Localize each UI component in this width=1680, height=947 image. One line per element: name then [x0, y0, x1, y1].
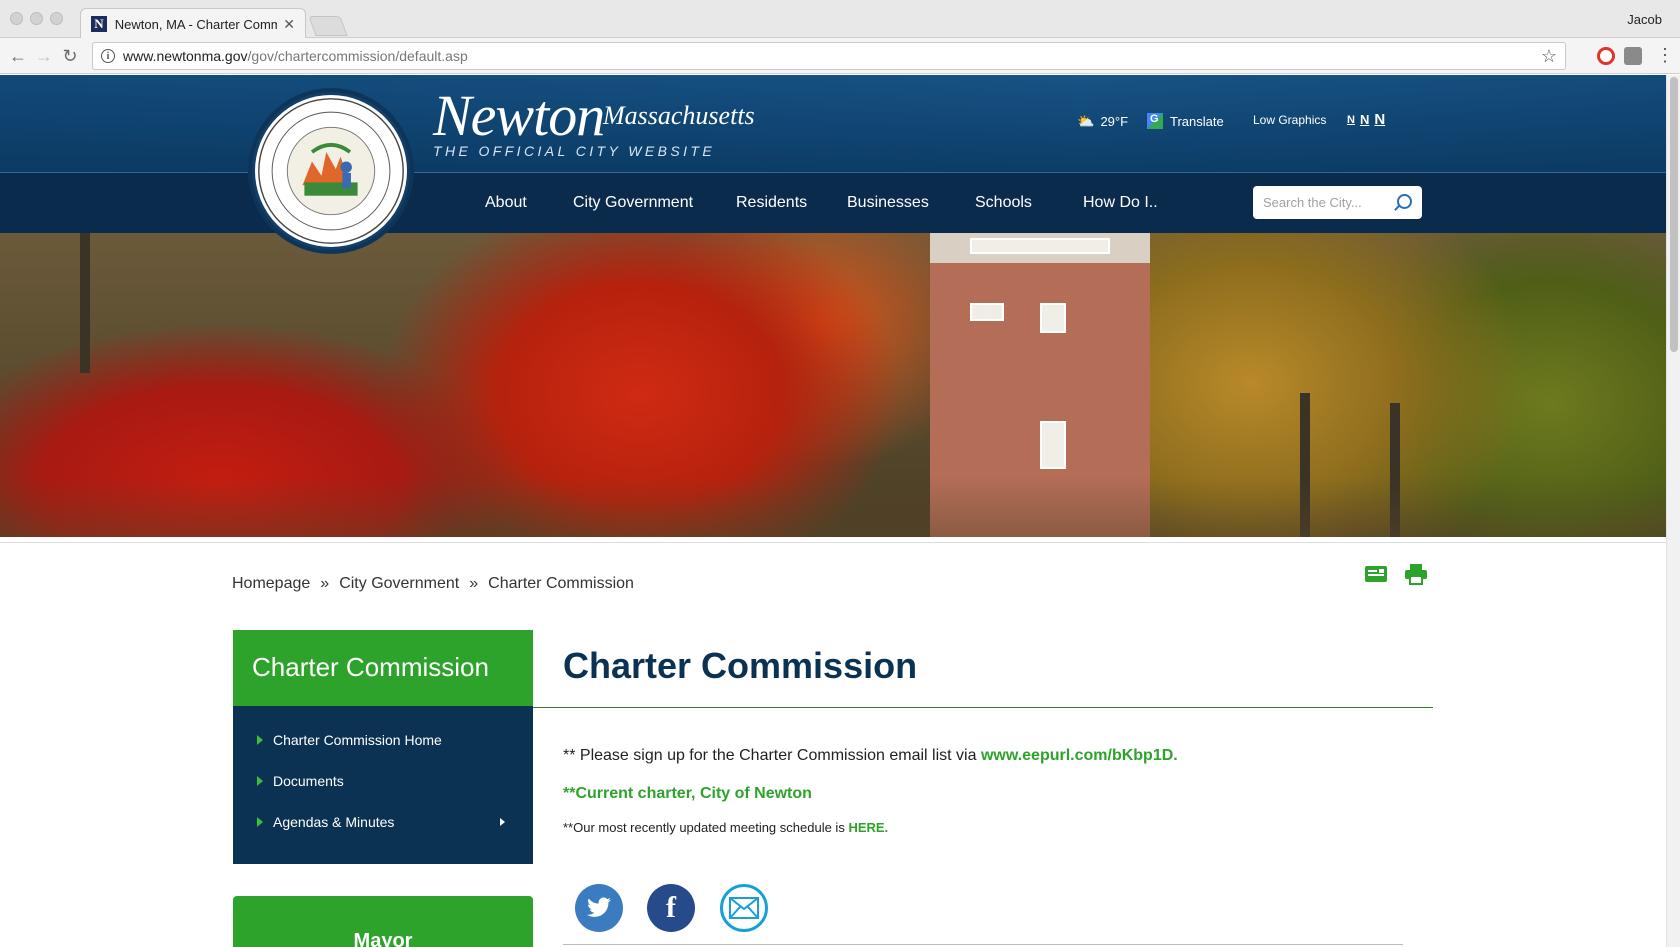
print-icon[interactable] [1404, 563, 1428, 585]
hero-window [970, 238, 1110, 254]
header-top [0, 75, 1666, 173]
window-minimize-button[interactable] [30, 12, 43, 25]
main-nav: About City Government Residents Business… [0, 188, 1680, 218]
text-size-controls[interactable]: N N N [1347, 111, 1390, 128]
email-page-icon[interactable] [1364, 563, 1388, 585]
weather-icon: ⛅ [1077, 113, 1095, 129]
breadcrumb: Homepage » City Government » Charter Com… [232, 575, 634, 593]
title-divider [533, 707, 1433, 708]
new-tab-button[interactable] [308, 16, 348, 36]
nav-city-government[interactable]: City Government [573, 194, 693, 212]
arrow-right-icon [257, 817, 263, 827]
arrow-right-icon [257, 735, 263, 745]
sidebar-item-documents[interactable]: Documents [233, 773, 533, 814]
expand-arrow-icon[interactable] [500, 818, 505, 826]
breadcrumb-separator: » [320, 575, 330, 592]
sidebar-item-home[interactable]: Charter Commission Home [233, 732, 533, 773]
site-logo-state[interactable]: Massachusetts [603, 101, 755, 131]
content-divider [563, 944, 1403, 945]
text-size-small[interactable]: N [1347, 114, 1355, 126]
email-icon[interactable] [720, 884, 768, 932]
translate-icon [1147, 113, 1163, 129]
nav-businesses[interactable]: Businesses [847, 194, 929, 212]
sidebar-item-label: Documents [273, 773, 344, 789]
opera-extension-icon[interactable] [1597, 47, 1615, 65]
nav-residents[interactable]: Residents [736, 194, 807, 212]
text-size-medium[interactable]: N [1360, 112, 1369, 127]
weather-widget[interactable]: ⛅ 29°F [1077, 113, 1128, 130]
schedule-text: **Our most recently updated meeting sche… [563, 820, 849, 835]
hero-window [970, 303, 1004, 321]
facebook-icon[interactable]: f [647, 884, 695, 932]
city-seal-logo[interactable] [252, 92, 410, 250]
page-title: Charter Commission [563, 645, 918, 686]
menu-dots-icon[interactable]: ⋮ [1656, 44, 1674, 66]
translate-link[interactable]: Translate [1147, 113, 1224, 129]
address-bar[interactable]: i www.newtonma.gov/gov/chartercommission… [92, 42, 1566, 70]
browser-tab[interactable]: N Newton, MA - Charter Commis ✕ [80, 8, 306, 39]
nav-about[interactable]: About [485, 194, 527, 212]
forward-arrow-icon[interactable]: → [34, 46, 54, 66]
nav-schools[interactable]: Schools [975, 194, 1032, 212]
charter-paragraph: **Current charter, City of Newton [563, 785, 812, 803]
text-size-large[interactable]: N [1374, 111, 1385, 128]
info-icon[interactable]: i [101, 49, 115, 63]
breadcrumb-home[interactable]: Homepage [232, 575, 310, 593]
search-input[interactable] [1263, 195, 1391, 210]
window-close-button[interactable] [10, 12, 23, 25]
back-arrow-icon[interactable]: ← [8, 46, 28, 66]
signup-text: ** Please sign up for the Charter Commis… [563, 747, 981, 764]
arrow-right-icon [257, 776, 263, 786]
browser-toolbar: ← → ↻ i www.newtonma.gov/gov/chartercomm… [0, 38, 1680, 74]
breadcrumb-city-government[interactable]: City Government [339, 575, 459, 593]
signup-paragraph: ** Please sign up for the Charter Commis… [563, 747, 1178, 765]
window-zoom-button[interactable] [50, 12, 63, 25]
hero-ground [0, 477, 1666, 537]
scrollbar[interactable] [1666, 75, 1680, 947]
reload-icon[interactable]: ↻ [60, 46, 80, 66]
url-host: www.newtonma.gov [123, 48, 248, 64]
translate-label: Translate [1170, 113, 1224, 129]
breadcrumb-current: Charter Commission [488, 575, 634, 592]
hero-window [1040, 421, 1066, 469]
sidebar-heading: Charter Commission [233, 630, 533, 706]
sidebar-item-label: Charter Commission Home [273, 732, 442, 748]
url-path: /gov/chartercommission/default.asp [247, 48, 468, 64]
hero-window [1040, 303, 1066, 333]
newton-favicon-icon: N [91, 16, 107, 32]
low-graphics-link[interactable]: Low Graphics [1253, 113, 1326, 127]
url-text[interactable]: www.newtonma.gov/gov/chartercommission/d… [123, 48, 468, 64]
site-logo-name[interactable]: Newton [433, 85, 605, 147]
email-list-link[interactable]: www.eepurl.com/bKbp1D. [981, 747, 1178, 764]
site-tagline: THE OFFICIAL CITY WEBSITE [433, 143, 716, 159]
breadcrumb-separator: » [469, 575, 479, 592]
hero-tree-trunk [80, 233, 90, 373]
browser-titlebar: N Newton, MA - Charter Commis ✕ Jacob [0, 0, 1680, 39]
profile-name[interactable]: Jacob [1627, 12, 1662, 27]
search-icon[interactable] [1397, 194, 1412, 209]
sidebar-nav: Charter Commission Home Documents Agenda… [233, 706, 533, 864]
weather-temp: 29°F [1100, 114, 1129, 129]
tab-close-icon[interactable]: ✕ [283, 16, 295, 33]
hero-image [0, 233, 1666, 537]
schedule-paragraph: **Our most recently updated meeting sche… [563, 820, 888, 835]
star-icon[interactable]: ☆ [1541, 46, 1557, 67]
schedule-link[interactable]: HERE. [848, 820, 888, 835]
hero-divider [0, 537, 1666, 543]
sidebar-item-agendas[interactable]: Agendas & Minutes [233, 814, 533, 855]
site-search [1253, 186, 1422, 219]
tab-title: Newton, MA - Charter Commis [114, 16, 278, 32]
scrollbar-thumb[interactable] [1670, 77, 1678, 352]
mayor-box[interactable]: Mayor [233, 896, 533, 947]
page-tools [1364, 563, 1428, 585]
extension-icon[interactable] [1624, 47, 1642, 65]
sidebar-item-label: Agendas & Minutes [273, 814, 395, 830]
nav-how-do-i[interactable]: How Do I.. [1083, 194, 1158, 212]
twitter-icon[interactable] [575, 884, 623, 932]
current-charter-link[interactable]: **Current charter, City of Newton [563, 785, 812, 802]
